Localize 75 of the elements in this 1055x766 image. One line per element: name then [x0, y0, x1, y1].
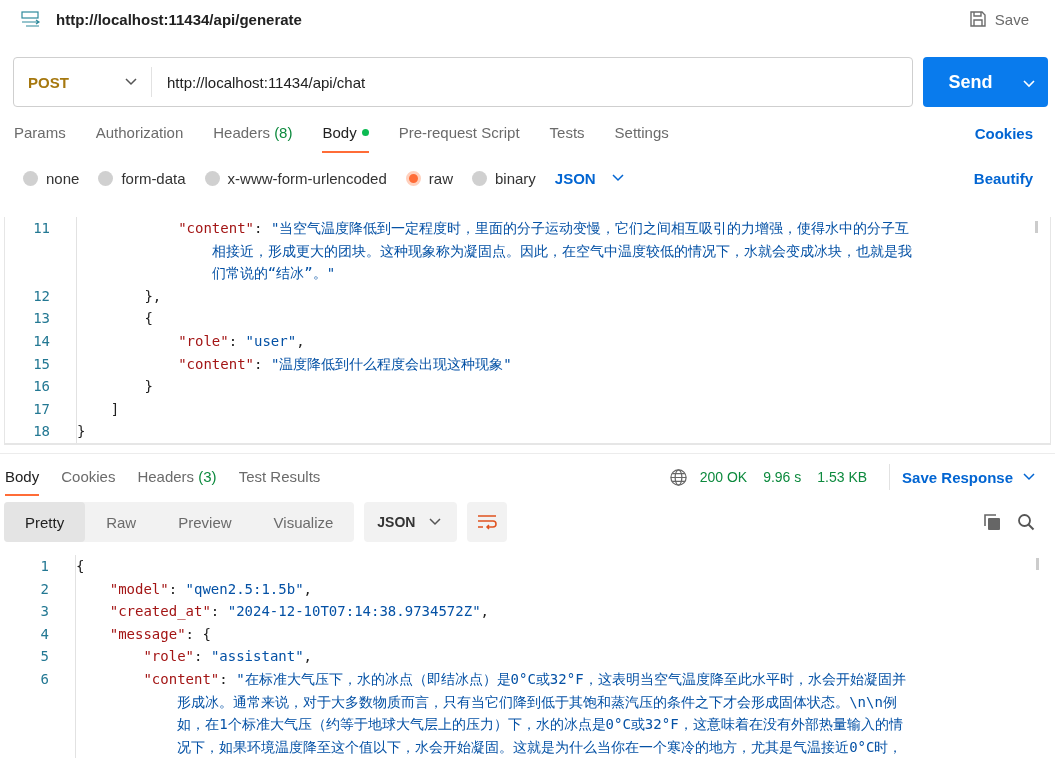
- cookies-link[interactable]: Cookies: [974, 113, 1033, 153]
- send-button[interactable]: Send: [923, 57, 1010, 107]
- globe-icon[interactable]: [668, 467, 688, 487]
- view-mode-tab[interactable]: Visualize: [252, 502, 355, 542]
- response-tab[interactable]: Test Results: [238, 458, 321, 496]
- line-number: 17: [32, 399, 51, 419]
- code-line: }: [76, 375, 199, 398]
- line-number: 13: [32, 309, 51, 329]
- line-number: 4: [39, 624, 50, 644]
- scrollbar[interactable]: [1036, 558, 1039, 570]
- code-line: "created_at": "2024-12-10T07:14:38.9734572Z",: [75, 600, 510, 623]
- line-number: 16: [32, 377, 51, 397]
- save-button[interactable]: Save: [968, 10, 1029, 28]
- line-number: 3: [39, 602, 50, 622]
- chevron-down-icon: [1023, 473, 1035, 481]
- response-size: 1.53 KB: [817, 469, 868, 485]
- response-tab[interactable]: Headers (3): [137, 458, 217, 496]
- code-line: }: [76, 420, 131, 443]
- chevron-down-icon: [611, 174, 624, 182]
- body-type-radio[interactable]: none: [23, 169, 80, 187]
- line-number: 15: [32, 354, 51, 374]
- code-line: "role": "assistant",: [75, 645, 333, 668]
- request-tab[interactable]: Pre-request Script: [398, 113, 520, 153]
- view-mode-tab[interactable]: Raw: [85, 502, 158, 542]
- wrap-lines-icon: [477, 514, 498, 530]
- wrap-lines-button[interactable]: [467, 502, 508, 542]
- request-body-editor[interactable]: 11 "content": "当空气温度降低到一定程度时，里面的分子运动变慢，它们之间相互吸引的力增强，使得水中的分子互 相接近，形成更大的团块。这种现象称为凝固点。因此，在空气中温度较低的情况下，水就会变成冰块，也就是我 们常说的“结冰”。" 12 }, 13 { 14 "role": "user", 15 "content": "温度降低到什么程度会出现这种现象" 16 } 17 ] 18 }: [4, 217, 1051, 445]
- code-line: "content": "当空气温度降低到一定程度时，里面的分子运动变慢，它们之间相互吸引的力增强，使得水中的分子互 相接近，形成更大的团块。这种现象称为凝固点。因此，在空气中温度较低的情况下，水就会变成冰块，也就是我 们常说的“结冰”。": [76, 217, 932, 285]
- request-tab[interactable]: Settings: [614, 113, 669, 153]
- save-response-dropdown[interactable]: Save Response: [902, 458, 1035, 496]
- response-tab[interactable]: Cookies: [61, 458, 116, 496]
- response-time: 9.96 s: [763, 469, 802, 485]
- body-type-radio[interactable]: binary: [471, 169, 536, 187]
- code-line: "model": "qwen2.5:1.5b",: [75, 577, 333, 601]
- chevron-down-icon: [125, 78, 137, 86]
- code-line: "role": "user",: [76, 329, 325, 353]
- request-title: http://localhost:11434/api/generate: [56, 10, 302, 28]
- line-number: 6: [39, 669, 50, 689]
- response-format-dropdown[interactable]: JSON: [364, 502, 458, 542]
- beautify-link[interactable]: Beautify: [973, 169, 1033, 187]
- line-number: 12: [32, 286, 51, 306]
- request-tab[interactable]: Headers (8): [213, 113, 293, 153]
- line-number: 11: [32, 219, 51, 238]
- body-type-radio[interactable]: x-www-form-urlencoded: [204, 169, 387, 187]
- code-line: {: [75, 555, 130, 578]
- line-number: 2: [39, 579, 50, 599]
- line-number: 18: [32, 422, 51, 442]
- request-tab[interactable]: Authorization: [95, 113, 184, 153]
- request-tab[interactable]: Params: [14, 113, 66, 153]
- format-dropdown[interactable]: JSON: [554, 169, 624, 187]
- code-line: {: [76, 307, 199, 330]
- line-number: 1: [39, 557, 50, 576]
- code-line: ]: [76, 397, 165, 421]
- body-type-radio[interactable]: raw: [405, 169, 453, 187]
- body-type-radio[interactable]: form-data: [98, 169, 186, 187]
- request-tab[interactable]: Tests: [549, 113, 585, 153]
- view-mode-tab[interactable]: Preview: [157, 502, 253, 542]
- copy-icon[interactable]: [983, 513, 1001, 531]
- response-tab[interactable]: Body: [5, 458, 40, 496]
- view-mode-tab[interactable]: Pretty: [4, 502, 86, 542]
- http-request-icon: [20, 10, 42, 28]
- code-line: "content": "在标准大气压下，水的冰点（即结冰点）是0°C或32°F，这表明当空气温度降至此水平时，水会开始凝固并 形成冰。通常来说，对于大多数物质而言，只有当它们降到低于其饱和蒸汽压的条件之下才会形成固体状态。\n\n例 如，在1个标准大气压（约等于地球大气层上的压力）下，水的冰点是0°C或32°F，这意味着在没有外部热量输入的情 况下，如果环境温度降至这个值以下，水会开始凝固。这就是为什么当你在一个寒冷的地方，尤其是气温接近0°C时，: [75, 667, 926, 759]
- code-line: "content": "温度降低到什么程度会出现这种现象": [76, 352, 532, 376]
- code-line: "message": {: [75, 622, 231, 646]
- chevron-down-icon: [429, 518, 442, 526]
- scrollbar[interactable]: [1035, 221, 1038, 233]
- status-code: 200 OK: [699, 469, 748, 485]
- url-field[interactable]: POST http://localhost:11434/api/chat: [13, 57, 913, 107]
- request-tab[interactable]: Body: [322, 113, 369, 153]
- code-line: },: [76, 284, 199, 308]
- method-dropdown[interactable]: POST: [14, 67, 152, 97]
- chevron-down-icon: [1023, 79, 1035, 88]
- search-icon[interactable]: [1017, 513, 1035, 531]
- line-number: 14: [32, 331, 51, 351]
- line-number: 5: [39, 647, 50, 667]
